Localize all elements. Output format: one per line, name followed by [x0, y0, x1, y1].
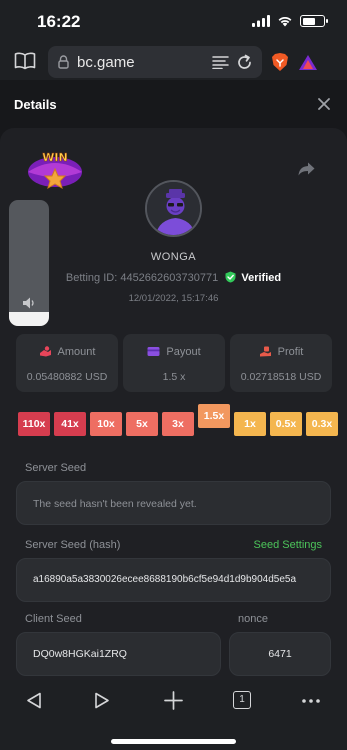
seed-settings-link[interactable]: Seed Settings [254, 539, 323, 551]
profit-card: Profit 0.02718518 USD [230, 334, 332, 392]
server-seed-hash-value: a16890a5a3830026ecee8688190b6cf5e94d1d9b… [33, 574, 297, 585]
payout-card: Payout 1.5 x [123, 334, 225, 392]
wallet-card-icon [147, 347, 160, 356]
verified-check-icon [225, 271, 236, 283]
status-icons [252, 15, 328, 27]
modal-title: Details [14, 97, 57, 112]
wifi-icon [278, 17, 292, 27]
user-avatar-icon [147, 182, 200, 235]
tab-switcher-button[interactable]: 1 [233, 691, 251, 709]
battery-icon [300, 15, 328, 27]
profit-label: Profit [277, 346, 304, 358]
amount-card: Amount 0.05480882 USD [16, 334, 118, 392]
profit-label-row: Profit [230, 346, 332, 358]
amount-value: 0.05480882 USD [26, 371, 108, 383]
url-text: bc.game [77, 54, 135, 71]
win-badge-icon: WIN [28, 151, 82, 190]
multiplier-slot: 10x [90, 412, 122, 436]
betting-id-line: Betting ID: 4452662603730771 Verified [0, 271, 347, 284]
brave-rewards-icon[interactable] [298, 54, 318, 71]
amount-label-row: Amount [16, 346, 118, 358]
payout-label: Payout [166, 346, 201, 358]
reload-icon[interactable] [236, 54, 253, 71]
cellular-signal-icon [252, 15, 270, 27]
reader-mode-icon[interactable] [212, 55, 229, 69]
client-seed-value: DQ0w8HGKai1ZRQ [33, 648, 127, 660]
new-tab-plus-icon[interactable] [164, 691, 183, 710]
server-seed-value: The seed hasn't been revealed yet. [33, 498, 197, 510]
payout-label-row: Payout [123, 346, 225, 358]
client-seed-field[interactable]: DQ0w8HGKai1ZRQ [16, 632, 221, 676]
client-seed-label: Client Seed [25, 613, 82, 625]
betting-id-label: Betting ID: [65, 272, 118, 284]
amount-label: Amount [57, 346, 96, 358]
server-seed-hash-field[interactable]: a16890a5a3830026ecee8688190b6cf5e94d1d9b… [16, 558, 331, 602]
close-icon[interactable] [318, 98, 330, 110]
details-modal: Details WIN WONGA Betting ID: 4452662603… [0, 80, 347, 688]
browser-bar: bc.game [0, 44, 347, 80]
lock-icon [58, 55, 69, 69]
multiplier-slot-selected: 1.5x [198, 404, 230, 428]
bet-details-panel: WIN WONGA Betting ID: 4452662603730771 V… [0, 128, 347, 688]
verified-badge: Verified [241, 272, 282, 284]
nonce-label: nonce [238, 613, 268, 625]
volume-fill [9, 312, 49, 326]
profit-hand-icon [259, 346, 271, 357]
status-time: 16:22 [37, 12, 81, 31]
multiplier-slot: 3x [162, 412, 194, 436]
browser-bottom-toolbar: 1 [0, 680, 347, 750]
multiplier-slot: 0.5x [270, 412, 302, 436]
back-arrow-icon[interactable] [26, 692, 42, 709]
multiplier-slot: 1x [234, 412, 266, 436]
multiplier-slot: 41x [54, 412, 86, 436]
volume-slider[interactable] [9, 200, 49, 326]
profit-value: 0.02718518 USD [240, 371, 322, 383]
payout-value: 1.5 x [162, 371, 186, 383]
server-seed-field: The seed hasn't been revealed yet. [16, 481, 331, 525]
status-bar: 16:22 [0, 0, 347, 44]
win-badge-text: WIN [42, 151, 67, 164]
server-seed-hash-label: Server Seed (hash) [25, 539, 121, 551]
betting-id-value: 4452662603730771 [120, 272, 219, 284]
multiplier-slot: 0.3x [306, 412, 338, 436]
address-bar[interactable]: bc.game [48, 46, 262, 78]
username: WONGA [150, 251, 197, 263]
coin-hand-icon [39, 346, 51, 357]
bet-datetime: 12/01/2022, 15:17:46 [128, 293, 219, 304]
share-icon[interactable] [298, 162, 315, 176]
server-seed-label: Server Seed [25, 462, 87, 474]
brave-shield-icon[interactable] [271, 52, 289, 72]
nonce-value: 6471 [268, 648, 292, 660]
bookmarks-book-icon[interactable] [14, 52, 36, 70]
multiplier-slot: 110x [18, 412, 50, 436]
avatar [145, 180, 202, 237]
forward-arrow-icon[interactable] [94, 692, 110, 709]
nonce-field[interactable]: 6471 [229, 632, 331, 676]
more-menu-icon[interactable] [302, 699, 320, 703]
home-indicator[interactable] [111, 739, 236, 744]
multiplier-slot: 5x [126, 412, 158, 436]
